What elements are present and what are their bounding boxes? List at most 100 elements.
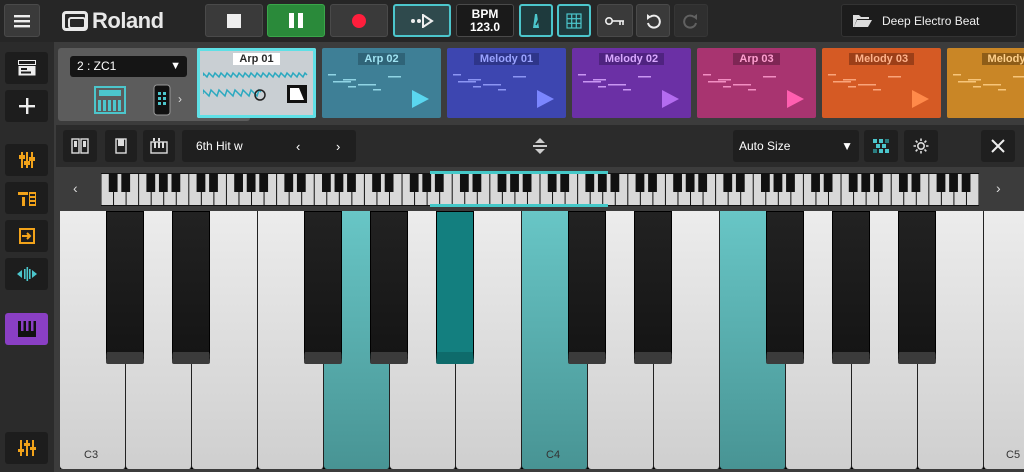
size-mode-selector[interactable]: Auto Size ▼ bbox=[733, 130, 859, 162]
chord-mode-button[interactable] bbox=[864, 130, 898, 162]
bpm-display[interactable]: BPM 123.0 bbox=[456, 4, 514, 37]
keys-icon bbox=[150, 138, 168, 154]
insert-fx-button[interactable] bbox=[5, 182, 48, 214]
clip-name: Melody 02 bbox=[598, 53, 665, 65]
menu-button[interactable] bbox=[4, 4, 40, 37]
clip-tile[interactable]: Melody 02 bbox=[572, 48, 691, 118]
mixer-button[interactable] bbox=[5, 144, 48, 176]
stretch-icon bbox=[16, 267, 37, 281]
single-key-icon bbox=[115, 138, 127, 154]
pause-button[interactable] bbox=[267, 4, 325, 37]
import-button[interactable] bbox=[5, 220, 48, 252]
bpm-label: BPM bbox=[471, 6, 499, 21]
import-icon bbox=[18, 228, 35, 244]
chevron-right-icon[interactable]: › bbox=[178, 92, 182, 106]
key-button[interactable] bbox=[597, 4, 633, 37]
sliders-icon bbox=[18, 152, 35, 168]
roland-logo: Roland bbox=[62, 8, 164, 34]
clip-tile[interactable]: Arp 01 bbox=[197, 48, 316, 118]
play-icon[interactable] bbox=[787, 90, 804, 108]
white-key[interactable] bbox=[984, 211, 1024, 469]
follow-arrow-icon bbox=[411, 13, 434, 28]
black-key[interactable] bbox=[568, 211, 606, 364]
gear-icon bbox=[913, 138, 929, 154]
equalizer-icon bbox=[17, 440, 36, 456]
time-stretch-button[interactable] bbox=[5, 258, 48, 290]
key-label: C3 bbox=[84, 449, 99, 461]
clip-name: Arp 03 bbox=[733, 53, 780, 65]
play-icon[interactable] bbox=[912, 90, 929, 108]
track-list-button[interactable] bbox=[5, 52, 48, 84]
size-mode-value: Auto Size bbox=[739, 139, 791, 153]
bpm-value: 123.0 bbox=[469, 19, 501, 34]
scroll-right-icon[interactable]: › bbox=[996, 180, 1001, 196]
scroll-left-icon[interactable]: ‹ bbox=[73, 180, 78, 196]
sidebar bbox=[0, 42, 54, 472]
play-icon[interactable] bbox=[662, 90, 679, 108]
list-panel-icon bbox=[17, 60, 36, 76]
undo-icon bbox=[647, 13, 661, 29]
patch-prev-button[interactable]: ‹ bbox=[296, 139, 300, 154]
clip-title: Melody 03 bbox=[822, 53, 941, 65]
black-key[interactable] bbox=[832, 211, 870, 364]
resize-handle-icon[interactable] bbox=[531, 137, 549, 155]
metronome-button[interactable] bbox=[519, 4, 553, 37]
black-key[interactable] bbox=[634, 211, 672, 364]
clip-title: Melody bbox=[947, 53, 1024, 65]
stop-button[interactable] bbox=[205, 4, 263, 37]
split-keyboard-button[interactable] bbox=[63, 130, 97, 162]
clip-tile[interactable]: Arp 03 bbox=[697, 48, 816, 118]
record-button[interactable] bbox=[330, 4, 388, 37]
multi-keyboard-button[interactable] bbox=[143, 130, 175, 162]
black-key[interactable] bbox=[106, 211, 144, 364]
close-keyboard-button[interactable] bbox=[981, 130, 1015, 162]
follow-playhead-button[interactable] bbox=[393, 4, 451, 37]
keyboard-settings-button[interactable] bbox=[904, 130, 938, 162]
caret-down-icon: ▼ bbox=[170, 60, 181, 72]
app-root: Roland BPM 123.0 Deep Electro Beat 2: Z… bbox=[0, 0, 1024, 472]
plus-icon bbox=[18, 98, 35, 114]
black-key[interactable] bbox=[304, 211, 342, 364]
patch-next-button[interactable]: › bbox=[336, 139, 340, 154]
single-keyboard-button[interactable] bbox=[105, 130, 137, 162]
metronome-icon bbox=[533, 13, 541, 28]
piano-icon bbox=[17, 321, 36, 337]
play-icon[interactable] bbox=[412, 90, 429, 108]
add-track-button[interactable] bbox=[5, 90, 48, 122]
grid-icon bbox=[566, 12, 582, 29]
black-key[interactable] bbox=[370, 211, 408, 364]
redo-icon bbox=[683, 13, 697, 29]
keyboard-button[interactable] bbox=[5, 313, 48, 345]
project-button[interactable]: Deep Electro Beat bbox=[841, 4, 1017, 37]
hamburger-icon bbox=[14, 14, 30, 27]
play-icon[interactable] bbox=[537, 90, 554, 108]
master-eq-button[interactable] bbox=[5, 432, 48, 464]
black-key[interactable] bbox=[172, 211, 210, 364]
stop-icon bbox=[227, 13, 241, 28]
grid-snap-button[interactable] bbox=[557, 4, 591, 37]
patch-selector[interactable]: 6th Hit w bbox=[182, 130, 356, 162]
clip-tile[interactable]: Melody bbox=[947, 48, 1024, 118]
clip-tile[interactable]: Arp 02 bbox=[322, 48, 441, 118]
insert-fx-icon bbox=[17, 192, 36, 206]
key-icon bbox=[605, 16, 624, 25]
keyboard-overview: ‹ › bbox=[56, 167, 1024, 211]
redo-button[interactable] bbox=[674, 4, 708, 37]
undo-button[interactable] bbox=[636, 4, 670, 37]
key-label: C4 bbox=[546, 449, 561, 461]
caret-down-icon: ▼ bbox=[841, 139, 853, 153]
clip-tile[interactable]: Melody 03 bbox=[822, 48, 941, 118]
black-key[interactable] bbox=[766, 211, 804, 364]
record-icon bbox=[352, 13, 366, 28]
clip-tile[interactable]: Melody 01 bbox=[447, 48, 566, 118]
black-key[interactable] bbox=[898, 211, 936, 364]
track-selector[interactable]: 2 : ZC1 ▼ bbox=[70, 56, 187, 77]
waveform-graphic bbox=[203, 71, 308, 103]
black-key[interactable] bbox=[436, 211, 474, 364]
split-icon bbox=[71, 138, 89, 154]
clip-name: Melody 01 bbox=[473, 53, 540, 65]
visible-range-indicator[interactable] bbox=[430, 171, 608, 207]
folder-open-icon bbox=[853, 15, 872, 27]
clip-title: Melody 02 bbox=[572, 53, 691, 65]
top-toolbar: Roland BPM 123.0 Deep Electro Beat bbox=[0, 0, 1024, 42]
